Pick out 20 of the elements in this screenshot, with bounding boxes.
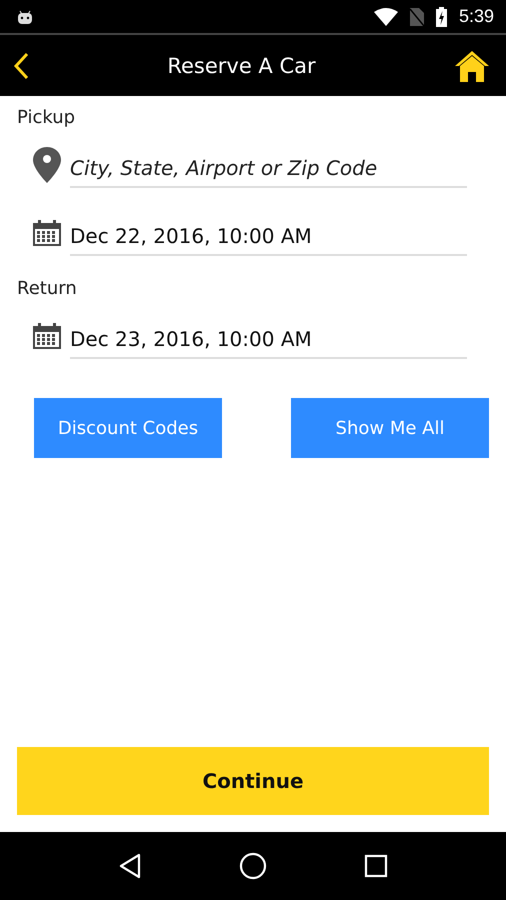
- status-time: 5:39: [458, 6, 494, 27]
- calendar-icon: [33, 220, 61, 246]
- wifi-icon: [374, 8, 398, 26]
- back-nav-icon[interactable]: [118, 853, 142, 879]
- date-field[interactable]: Dec 23, 2016, 10:00 AM: [70, 321, 467, 359]
- battery-charging-icon: [436, 6, 447, 26]
- continue-button[interactable]: Continue: [17, 747, 489, 815]
- android-icon: [17, 10, 33, 24]
- location-field[interactable]: City, State, Airport or Zip Code: [70, 150, 467, 188]
- home-icon[interactable]: [454, 48, 490, 82]
- back-icon[interactable]: [13, 52, 29, 80]
- screen-title: Reserve A Car: [167, 54, 316, 78]
- calendar-icon: [33, 323, 61, 349]
- home-nav-icon[interactable]: [238, 852, 267, 880]
- no-sim-icon: [410, 8, 424, 26]
- section-label: Pickup: [17, 107, 76, 130]
- recents-nav-icon[interactable]: [364, 854, 388, 878]
- section-label: Return: [17, 278, 78, 301]
- map-pin-icon: [33, 147, 61, 183]
- date-field[interactable]: Dec 22, 2016, 10:00 AM: [70, 218, 467, 256]
